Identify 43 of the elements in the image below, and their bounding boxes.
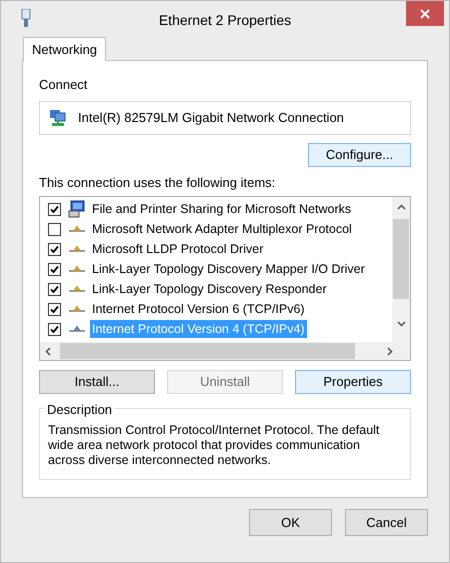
network-cable-icon xyxy=(21,9,31,27)
close-button[interactable] xyxy=(406,1,444,26)
protocol-icon xyxy=(69,225,85,233)
network-adapter-icon xyxy=(48,108,68,128)
scroll-down-icon[interactable] xyxy=(396,321,406,327)
checkbox[interactable] xyxy=(48,202,61,216)
checkbox[interactable] xyxy=(48,242,61,256)
list-item[interactable]: Internet Protocol Version 6 (TCP/IPv6) xyxy=(90,300,307,318)
checkbox[interactable] xyxy=(48,262,61,276)
description-text: Transmission Control Protocol/Internet Protocol. The default wide area network protocol that provides communication across diverse interconnected networks. xyxy=(48,423,380,468)
protocol-icon xyxy=(69,325,85,333)
list-item[interactable]: Microsoft LLDP Protocol Driver xyxy=(90,240,266,258)
vertical-scrollbar[interactable] xyxy=(392,197,410,342)
scrollbar-thumb[interactable] xyxy=(60,343,355,359)
action-button[interactable]: Properties xyxy=(295,370,411,394)
close-icon xyxy=(420,8,430,18)
configure-button[interactable]: Configure... xyxy=(308,142,411,166)
protocol-icon xyxy=(69,305,85,313)
checkbox[interactable] xyxy=(48,282,61,296)
protocol-icon xyxy=(69,265,85,273)
section-label: Connect xyxy=(39,76,88,94)
protocol-icon xyxy=(69,245,85,253)
action-button[interactable]: Install... xyxy=(39,370,155,394)
list-item[interactable]: Link-Layer Topology Discovery Responder xyxy=(90,280,329,298)
dialog-button[interactable]: Cancel xyxy=(345,509,428,536)
scroll-right-icon[interactable] xyxy=(387,346,393,356)
checkbox[interactable] xyxy=(48,322,61,336)
computer-icon xyxy=(68,200,86,218)
scroll-left-icon[interactable] xyxy=(45,346,51,356)
tab[interactable]: Networking xyxy=(23,37,106,62)
section-label: This connection uses the following items: xyxy=(39,174,276,192)
checkbox[interactable] xyxy=(48,222,61,236)
adapter-name: Intel(R) 82579LM Gigabit Network Connection xyxy=(78,108,344,127)
list-item[interactable]: Link-Layer Topology Discovery Mapper I/O Driver xyxy=(90,260,367,278)
dialog-button[interactable]: OK xyxy=(249,509,332,536)
scroll-up-icon[interactable] xyxy=(396,204,406,210)
checkbox[interactable] xyxy=(48,302,61,316)
list-item[interactable]: File and Printer Sharing for Microsoft Networks xyxy=(90,200,354,218)
list-item[interactable]: Microsoft Network Adapter Multiplexor Protocol xyxy=(90,220,354,238)
scrollbar-thumb[interactable] xyxy=(393,219,409,299)
protocol-icon xyxy=(69,285,85,293)
window-title: Ethernet 2 Properties xyxy=(158,11,292,30)
horizontal-scrollbar[interactable] xyxy=(40,342,410,360)
